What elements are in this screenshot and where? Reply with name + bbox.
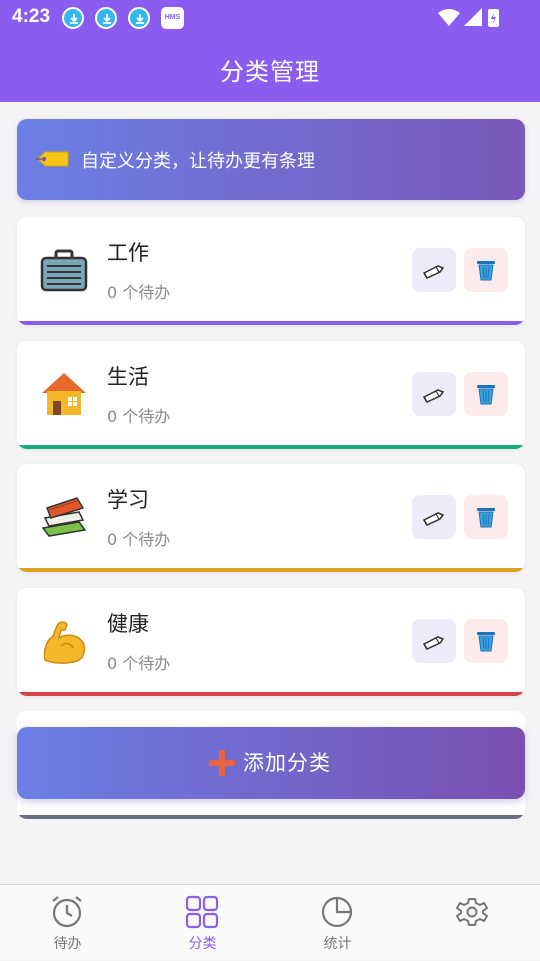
category-name: 学习 — [107, 488, 149, 512]
delete-button[interactable] — [464, 495, 508, 539]
wastebasket-icon — [477, 385, 495, 405]
settings-icon — [455, 898, 489, 926]
download-icon — [128, 7, 150, 29]
pie-chart-icon — [321, 896, 353, 928]
category-accent-bar — [17, 321, 525, 325]
add-card-accent-bar — [17, 815, 525, 819]
category-card-life[interactable]: 生活 0 个待办 — [17, 341, 525, 449]
download-icon — [95, 7, 117, 29]
system-status-icons — [438, 7, 502, 33]
flexed-biceps-icon — [39, 616, 89, 666]
delete-button[interactable] — [464, 372, 508, 416]
banner-text: 自定义分类，让待办更有条理 — [81, 151, 315, 172]
alarm-clock-icon — [52, 896, 82, 928]
books-icon — [39, 492, 89, 542]
plus-icon — [208, 749, 236, 781]
pencil-icon — [422, 636, 445, 650]
category-count: 0 个待办 — [107, 283, 171, 302]
category-count: 0 个待办 — [107, 407, 171, 426]
edit-button[interactable] — [412, 248, 456, 292]
pencil-icon — [422, 389, 445, 403]
house-icon — [39, 369, 89, 419]
label-tag-icon — [36, 150, 70, 172]
wifi-icon — [438, 9, 460, 26]
page-title: 分类管理 — [220, 58, 320, 86]
pencil-icon — [422, 512, 445, 526]
edit-button[interactable] — [412, 372, 456, 416]
wastebasket-icon — [477, 632, 495, 652]
wastebasket-icon — [477, 508, 495, 528]
category-count: 0 个待办 — [107, 530, 171, 549]
category-card-work[interactable]: 工作 0 个待办 — [17, 217, 525, 325]
category-card-health[interactable]: 健康 0 个待办 — [17, 588, 525, 696]
wastebasket-icon — [477, 261, 495, 281]
tab-categories[interactable]: 分类 — [135, 885, 270, 961]
category-accent-bar — [17, 568, 525, 572]
delete-button[interactable] — [464, 619, 508, 663]
category-accent-bar — [17, 445, 525, 449]
info-banner: 自定义分类，让待办更有条理 — [17, 119, 525, 200]
add-category-label: 添加分类 — [243, 751, 331, 775]
tab-label: 待办 — [53, 936, 82, 952]
edit-button[interactable] — [412, 619, 456, 663]
category-accent-bar — [17, 692, 525, 696]
category-count: 0 个待办 — [107, 654, 171, 673]
status-bar: 4:23 HMS — [0, 0, 540, 36]
hms-icon: HMS — [161, 7, 184, 29]
download-icon — [62, 7, 84, 29]
category-card-study[interactable]: 学习 0 个待办 — [17, 464, 525, 572]
briefcase-icon — [39, 245, 89, 295]
tab-settings[interactable] — [405, 885, 540, 961]
app-header: 4:23 HMS 分类管理 — [0, 0, 540, 102]
tab-statistics[interactable]: 统计 — [270, 885, 405, 961]
tab-label: 分类 — [188, 936, 217, 952]
bottom-tab-bar: 待办 分类 统计 — [0, 884, 540, 960]
edit-button[interactable] — [412, 495, 456, 539]
delete-button[interactable] — [464, 248, 508, 292]
tab-label: 统计 — [323, 936, 352, 952]
grid-icon — [185, 895, 219, 929]
tab-todo[interactable]: 待办 — [0, 885, 135, 961]
cellular-signal-icon — [464, 8, 482, 26]
status-time: 4:23 — [12, 6, 51, 27]
pencil-icon — [422, 265, 445, 279]
add-category-button[interactable]: 添加分类 — [17, 727, 525, 799]
category-name: 工作 — [107, 241, 149, 265]
category-name: 健康 — [107, 612, 149, 636]
category-name: 生活 — [107, 365, 149, 389]
